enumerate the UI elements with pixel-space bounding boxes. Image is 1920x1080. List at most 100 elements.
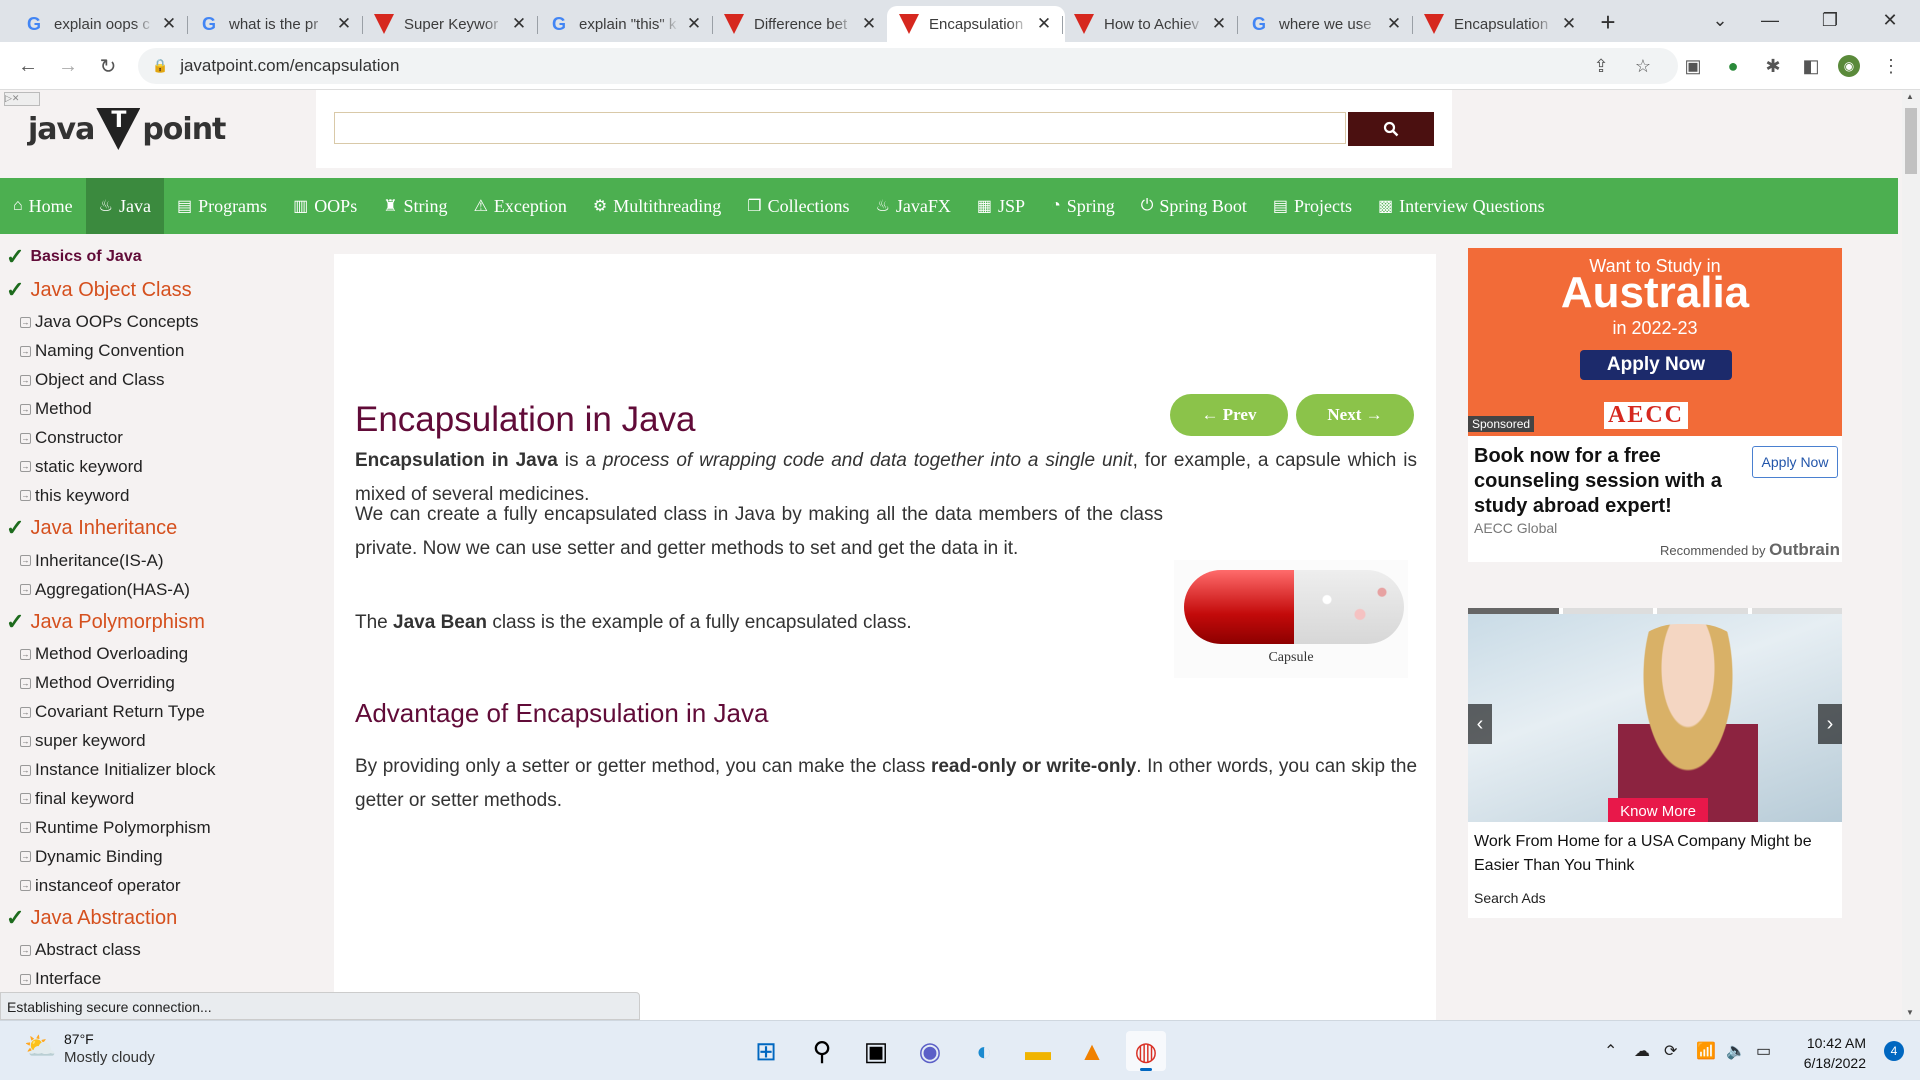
file-explorer-icon[interactable]: ▬ <box>1018 1031 1058 1071</box>
sidebar-item[interactable]: → this keyword <box>0 481 330 510</box>
nav-item-multithreading[interactable]: ⚙ Multithreading <box>580 178 734 234</box>
sidebar-item[interactable]: → Covariant Return Type <box>0 698 330 727</box>
bookmark-star-icon[interactable]: ☆ <box>1632 55 1654 77</box>
maximize-button[interactable]: ❐ <box>1800 0 1860 40</box>
edge-icon[interactable]: ◐ <box>964 1031 1004 1071</box>
browser-tab[interactable]: Gexplain oops c ✕ <box>12 6 190 42</box>
sidebar-item[interactable]: → Interface <box>0 965 330 994</box>
sidebar-item[interactable]: → Naming Convention <box>0 337 330 366</box>
nav-item-interview-questions[interactable]: ▩ Interview Questions <box>1365 178 1558 234</box>
menu-kebab-icon[interactable]: ⋮ <box>1880 55 1902 77</box>
tray-chevron-icon[interactable]: ⌃ <box>1604 1041 1617 1061</box>
prev-button[interactable]: ← Prev <box>1170 394 1288 436</box>
start-button[interactable]: ⊞ <box>746 1031 786 1071</box>
wifi-icon[interactable]: 📶 <box>1696 1041 1716 1061</box>
sidebar-item[interactable]: → super keyword <box>0 727 330 756</box>
ad-study-australia[interactable]: Want to Study in Australia in 2022-23 Ap… <box>1468 248 1842 562</box>
nav-item-projects[interactable]: ▤ Projects <box>1260 178 1365 234</box>
sidebar-item[interactable]: → Instance Initializer block <box>0 756 330 785</box>
side-panel-icon[interactable]: ◧ <box>1800 55 1822 77</box>
sidebar-item[interactable]: → Runtime Polymorphism <box>0 813 330 842</box>
sidebar-item[interactable]: → static keyword <box>0 452 330 481</box>
nav-item-collections[interactable]: ❐ Collections <box>734 178 862 234</box>
share-icon[interactable]: ⇪ <box>1590 55 1612 77</box>
sidebar-item[interactable]: → Aggregation(HAS-A) <box>0 575 330 604</box>
nav-item-string[interactable]: ♜ String <box>370 178 460 234</box>
scroll-down-icon[interactable]: ▼ <box>1906 1008 1914 1017</box>
forward-icon[interactable]: → <box>54 52 82 80</box>
scrollbar-thumb[interactable] <box>1905 108 1917 174</box>
nav-item-home[interactable]: ⌂ Home <box>0 178 86 234</box>
battery-icon[interactable]: ▭ <box>1756 1041 1771 1061</box>
sidebar-basics-of-java[interactable]: ✓ Basics of Java <box>0 242 330 272</box>
search-taskbar-icon[interactable]: ⚲ <box>802 1031 842 1071</box>
puzzle-icon[interactable]: ✱ <box>1762 55 1784 77</box>
ad-work-from-home[interactable]: ‹ › Know More Work From Home for a USA C… <box>1468 608 1842 918</box>
ad-choices-icon[interactable]: ▷✕ <box>4 92 40 106</box>
nav-item-oops[interactable]: ▥ OOPs <box>280 178 370 234</box>
tab-close-icon[interactable]: ✕ <box>860 14 878 34</box>
browser-tab[interactable]: Encapsulation ✕ <box>1412 6 1590 42</box>
chrome-icon[interactable]: ◍ <box>1126 1031 1166 1071</box>
browser-tab[interactable]: Gexplain "this" k ✕ <box>537 6 715 42</box>
outbrain-attribution[interactable]: Recommended by Outbrain <box>1660 540 1840 560</box>
sidebar-section[interactable]: ✓ Java Inheritance <box>0 510 330 546</box>
teams-chat-icon[interactable]: ◉ <box>910 1031 950 1071</box>
browser-tab[interactable]: Gwhat is the pr ✕ <box>187 6 365 42</box>
search-button[interactable] <box>1348 112 1434 146</box>
url-bar[interactable]: 🔒 javatpoint.com/encapsulation <box>138 48 1678 84</box>
clock[interactable]: 10:42 AM 6/18/2022 <box>1804 1033 1866 1073</box>
tab-close-icon[interactable]: ✕ <box>335 14 353 34</box>
browser-tab[interactable]: Super Keywor ✕ <box>362 6 540 42</box>
sidebar-item[interactable]: → Inheritance(IS-A) <box>0 546 330 575</box>
sidebar-item[interactable]: → Method Overriding <box>0 669 330 698</box>
browser-tab[interactable]: Difference bet ✕ <box>712 6 890 42</box>
nav-item-jsp[interactable]: ▦ JSP <box>964 178 1038 234</box>
nav-item-spring-boot[interactable]: ⏻ Spring Boot <box>1128 178 1260 234</box>
sidebar-item[interactable]: → Method Overloading <box>0 640 330 669</box>
scroll-up-icon[interactable]: ▲ <box>1906 92 1914 101</box>
extension-icon[interactable]: ▣ <box>1682 55 1704 77</box>
tab-close-icon[interactable]: ✕ <box>1385 14 1403 34</box>
nav-item-java[interactable]: ♨ Java <box>85 178 164 234</box>
ad-headline[interactable]: Book now for a free counseling session w… <box>1474 444 1744 519</box>
tab-close-icon[interactable]: ✕ <box>1035 14 1053 34</box>
browser-tab[interactable]: Encapsulation ✕ <box>887 6 1065 42</box>
sidebar-section[interactable]: ✓ Java Polymorphism <box>0 604 330 640</box>
nav-item-spring[interactable]: ◔ Spring <box>1038 178 1128 234</box>
onedrive-icon[interactable]: ☁ <box>1634 1041 1650 1061</box>
sidebar-item[interactable]: → Object and Class <box>0 366 330 395</box>
minimize-button[interactable]: — <box>1740 0 1800 40</box>
nav-item-programs[interactable]: ▤ Programs <box>164 178 280 234</box>
sidebar-section[interactable]: ✓ Java Abstraction <box>0 900 330 936</box>
ad-photo[interactable]: ‹ › Know More <box>1468 614 1842 822</box>
nav-item-javafx[interactable]: ♨ JavaFX <box>863 178 964 234</box>
back-icon[interactable]: ← <box>14 52 42 80</box>
vlc-icon[interactable]: ▲ <box>1072 1031 1112 1071</box>
tab-close-icon[interactable]: ✕ <box>1210 14 1228 34</box>
tab-close-icon[interactable]: ✕ <box>160 14 178 34</box>
close-window-button[interactable]: ✕ <box>1860 0 1920 40</box>
profile-avatar[interactable]: ◉ <box>1838 55 1860 77</box>
ad-apply-now-cta[interactable]: Apply Now <box>1752 446 1838 478</box>
browser-tab[interactable]: How to Achiev ✕ <box>1062 6 1240 42</box>
browser-tab[interactable]: Gwhere we use ✕ <box>1237 6 1415 42</box>
sidebar-item[interactable]: → Dynamic Binding <box>0 842 330 871</box>
next-button[interactable]: Next → <box>1296 394 1414 436</box>
sidebar-item[interactable]: → Abstract class <box>0 936 330 965</box>
notification-badge[interactable]: 4 <box>1884 1041 1904 1061</box>
sidebar-item[interactable]: → final keyword <box>0 784 330 813</box>
page-scrollbar[interactable]: ▲ ▼ <box>1902 90 1920 1020</box>
sync-icon[interactable]: ⟳ <box>1664 1041 1677 1061</box>
ad-banner[interactable]: Want to Study in Australia in 2022-23 Ap… <box>1468 248 1842 436</box>
globe-extension-icon[interactable]: ● <box>1722 55 1744 77</box>
weather-widget[interactable]: ⛅ 87°F Mostly cloudy <box>24 1031 155 1066</box>
tab-close-icon[interactable]: ✕ <box>685 14 703 34</box>
reload-icon[interactable]: ↻ <box>94 52 122 80</box>
sidebar-section[interactable]: ✓ Java Object Class <box>0 272 330 308</box>
ad-apply-now-button[interactable]: Apply Now <box>1580 350 1732 380</box>
sidebar-item[interactable]: → Java OOPs Concepts <box>0 308 330 337</box>
know-more-button[interactable]: Know More <box>1608 798 1708 822</box>
search-input[interactable] <box>334 112 1346 144</box>
new-tab-button[interactable]: + <box>1588 4 1628 40</box>
